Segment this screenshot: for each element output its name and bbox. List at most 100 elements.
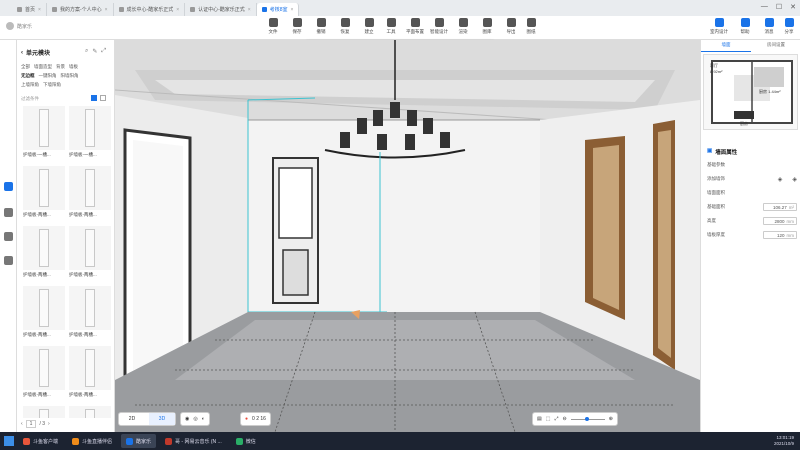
toolbar-button[interactable]: 图库 — [476, 18, 498, 35]
filter-chip[interactable]: 下墙阳角 — [43, 82, 61, 88]
filter-chip[interactable]: 全部 — [21, 64, 30, 70]
tab-close-icon[interactable]: × — [38, 7, 41, 13]
toolbar-button[interactable]: 建立 — [358, 18, 380, 35]
zoom-in-icon[interactable]: ⊕ — [609, 416, 613, 422]
minimize-icon[interactable]: — — [761, 3, 768, 11]
tab-close-icon[interactable]: × — [248, 7, 251, 13]
zoom-slider[interactable] — [570, 416, 605, 421]
module-card[interactable]: 护墙板-两槽... — [23, 286, 65, 342]
toolbar-right-button[interactable]: 室内设计 — [708, 18, 730, 35]
toolbar-button[interactable]: 智能设计 — [428, 18, 450, 35]
toolbar-right-button[interactable]: 帮助 — [734, 18, 756, 35]
close-icon[interactable]: ✕ — [790, 3, 796, 11]
module-thumbnail — [69, 286, 111, 330]
filter-chip[interactable]: 背景 — [56, 64, 65, 70]
filter-chip[interactable]: 无边框 — [21, 73, 35, 79]
window-controls: — ☐ ✕ — [761, 3, 796, 11]
taskbar-app[interactable]: 酷家乐 — [121, 434, 157, 448]
prev-page-icon[interactable]: ‹ — [21, 421, 23, 427]
module-card[interactable]: 护墙板-两槽... — [69, 166, 111, 222]
taskbar-app[interactable]: 微信 — [231, 434, 261, 448]
toolbar-button[interactable]: 撤销 — [310, 18, 332, 35]
filter-chip[interactable]: 墙面造型 — [34, 64, 52, 70]
tab-close-icon[interactable]: × — [291, 7, 294, 13]
module-card[interactable]: 护墙板-两槽... — [23, 226, 65, 282]
taskbar-app[interactable]: 斗鱼客户端 — [18, 434, 63, 448]
toolbar-button[interactable]: 渲染 — [452, 18, 474, 35]
toolbar-button[interactable]: 图纸 — [520, 18, 542, 35]
module-card[interactable]: 护墙板-两槽... — [69, 226, 111, 282]
module-label: 护墙板-两槽... — [69, 212, 97, 217]
start-icon[interactable] — [4, 436, 14, 446]
page-input[interactable]: 1 — [25, 420, 37, 428]
minimap[interactable]: 客厅 8.92m² 厨房 1.44m² 厨房 — [703, 54, 798, 130]
toolbar-label: 平面布置 — [406, 29, 424, 34]
browser-tab[interactable]: 我的方案-个人中心 × — [47, 3, 114, 16]
browser-tab[interactable]: 成长中心-酷家乐正式 × — [114, 3, 186, 16]
filter-chip[interactable]: 阳墙阳角 — [61, 73, 79, 79]
taskbar-app[interactable]: 哥 - 网易云音乐 (N ... — [160, 434, 227, 448]
module-card[interactable]: 护墙板-两槽... — [69, 346, 111, 402]
list-view-icon[interactable] — [100, 95, 106, 101]
tab-close-icon[interactable]: × — [105, 7, 108, 13]
module-card[interactable]: 护墙板-一槽... — [23, 106, 65, 162]
model-icon[interactable] — [4, 208, 13, 217]
module-card[interactable]: 护墙板-两槽... — [23, 406, 65, 418]
grid-view-icon[interactable] — [91, 95, 97, 101]
property-input[interactable]: 2800 mm — [763, 217, 797, 225]
module-card[interactable]: 护墙板-两槽... — [23, 346, 65, 402]
toolbar-button[interactable]: 工具 — [380, 18, 402, 35]
next-page-icon[interactable]: › — [48, 421, 50, 427]
tab-wall[interactable]: 墙面 — [701, 42, 751, 52]
property-input[interactable]: 106.27 m² — [763, 203, 797, 211]
module-card[interactable]: 护墙板-两槽... — [69, 406, 111, 418]
view-3d-button[interactable]: 3D — [149, 413, 175, 425]
filter-chip[interactable]: 上墙阳角 — [21, 82, 39, 88]
search-icon[interactable]: ⌕ — [85, 48, 88, 55]
error-count-icon[interactable]: ● — [245, 416, 248, 422]
toolbar-button[interactable]: 平面布置 — [404, 18, 426, 35]
filter-chip[interactable]: 一键阳角 — [39, 73, 57, 79]
add-decor-icon[interactable]: ◈ — [778, 176, 783, 183]
view-2d-button[interactable]: 2D — [119, 416, 145, 422]
left-icon-rail — [0, 40, 17, 432]
camera-icon[interactable]: ◎ — [193, 416, 197, 422]
clock[interactable]: 13:01:19 2021/10/9 — [774, 435, 794, 447]
browser-tab[interactable]: 认证中心-酷家乐正式 × — [185, 3, 257, 16]
issue-counts[interactable]: 0 2 16 — [252, 416, 266, 422]
maximize-icon[interactable]: ☐ — [776, 3, 782, 11]
toolbar-button[interactable]: 保存 — [286, 18, 308, 35]
material-icon[interactable] — [4, 232, 13, 241]
3d-viewport[interactable] — [115, 40, 700, 432]
module-card[interactable]: 护墙板-一槽... — [69, 106, 111, 162]
eye-icon[interactable]: ◉ — [185, 416, 189, 422]
property-input[interactable]: 120 mm — [763, 231, 797, 239]
tab-label: 我的方案-个人中心 — [59, 7, 102, 13]
back-icon[interactable]: ‹ — [21, 50, 23, 56]
expand-icon[interactable]: ⤢ — [101, 48, 106, 55]
fullscreen-icon[interactable]: ⤢ — [554, 416, 558, 422]
browser-tab[interactable]: 首页 × — [12, 3, 47, 16]
module-card[interactable]: 护墙板-两槽... — [69, 286, 111, 342]
tab-room-settings[interactable]: 房间设置 — [751, 42, 800, 52]
toolbar-button[interactable]: 文件 — [262, 18, 284, 35]
storage-icon[interactable] — [4, 256, 13, 265]
module-label: 护墙板-一槽... — [23, 152, 51, 157]
frame-icon[interactable]: ⬚ — [546, 416, 551, 422]
pin-icon[interactable]: ✎ — [92, 48, 97, 55]
toolbar-button[interactable]: 恢复 — [334, 18, 356, 35]
add-panel-icon[interactable]: ◈ — [792, 176, 797, 183]
compass-icon[interactable]: ◐ — [202, 416, 205, 422]
catalog-icon[interactable] — [4, 182, 13, 191]
tab-close-icon[interactable]: × — [176, 7, 179, 13]
toolbar-right-button[interactable]: 消息 — [758, 18, 780, 35]
layout-icon[interactable]: ▤ — [537, 416, 542, 422]
toolbar-right-button[interactable]: 分享 — [778, 18, 800, 35]
module-card[interactable]: 护墙板-两槽... — [23, 166, 65, 222]
taskbar-app[interactable]: 斗鱼直播伴侣 — [67, 434, 117, 448]
filter-chip[interactable]: 墙板 — [69, 64, 78, 70]
browser-tab[interactable]: 考核8室 × — [256, 3, 300, 16]
zoom-out-icon[interactable]: ⊖ — [562, 416, 566, 422]
toolbar-icon — [458, 18, 468, 27]
toolbar-button[interactable]: 导出 — [500, 18, 522, 35]
